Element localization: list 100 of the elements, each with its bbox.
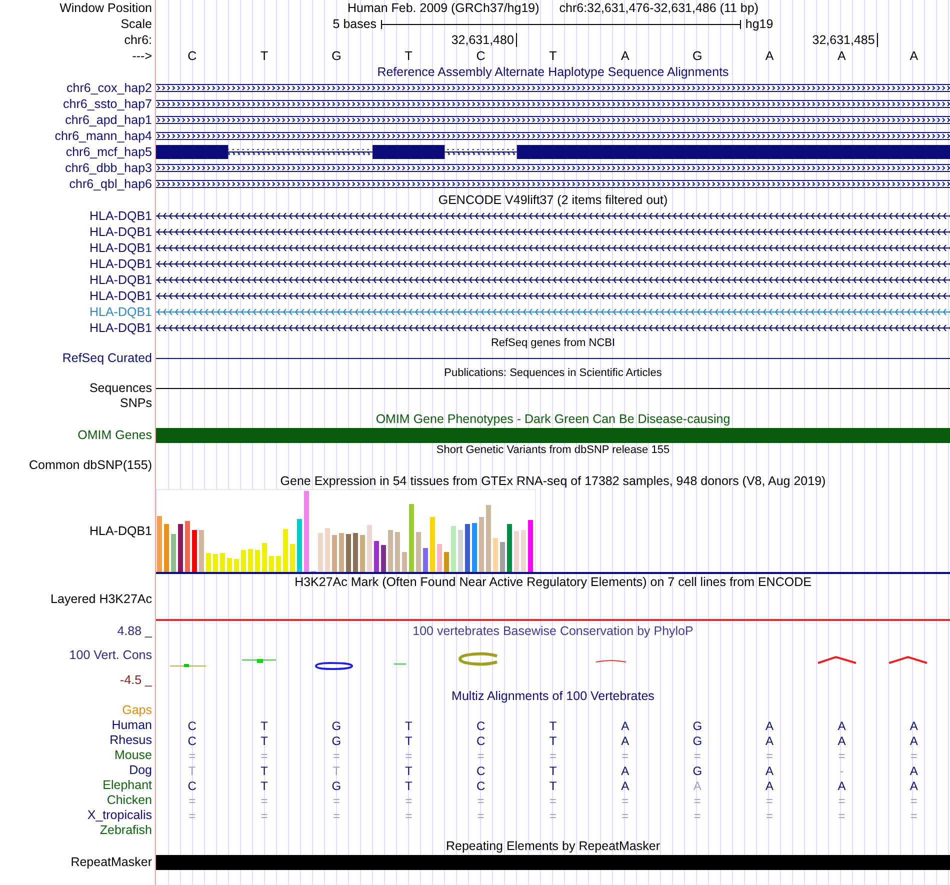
scale-label: 5 bases	[332, 18, 377, 30]
expression-bar	[528, 520, 533, 572]
track-label[interactable]: Elephant	[102, 779, 152, 792]
track-label[interactable]: HLA-DQB1	[89, 226, 152, 238]
expression-bar	[514, 531, 519, 572]
track-label[interactable]: Dog	[129, 764, 152, 777]
expression-bar	[360, 535, 365, 572]
track-label[interactable]: RefSeq Curated	[62, 352, 152, 365]
expression-bar	[325, 528, 330, 572]
track-label[interactable]: Common dbSNP(155)	[29, 459, 152, 472]
expression-bar	[437, 544, 442, 572]
track-label[interactable]: HLA-DQB1	[89, 322, 152, 334]
row-label: Scale	[120, 18, 152, 30]
alignment-base: =	[622, 810, 629, 822]
track-label[interactable]: Layered H3K27Ac	[50, 593, 152, 606]
base-letter: T	[404, 50, 412, 62]
alignment-base: G	[332, 780, 342, 792]
position-tick: 32,631,480	[451, 33, 517, 47]
track-label[interactable]: Human	[112, 719, 152, 732]
expression-bar	[290, 544, 295, 572]
alignment-base: A	[766, 780, 774, 792]
alignment-base: =	[260, 794, 268, 806]
expression-bar	[192, 530, 197, 572]
track-label[interactable]: chr6_mann_hap4	[54, 130, 152, 142]
expression-bar	[367, 525, 372, 572]
alignment-base: =	[838, 810, 846, 822]
alignment-base: =	[549, 750, 556, 762]
track-label[interactable]: chr6_cox_hap2	[66, 82, 152, 94]
alignment-base: A	[621, 764, 630, 776]
alignment-base: A	[693, 780, 702, 792]
expression-bar	[500, 542, 505, 572]
track-label[interactable]: HLA-DQB1	[89, 242, 152, 254]
track-label[interactable]: chr6_dbb_hap3	[65, 162, 152, 174]
base-letter: T	[260, 50, 268, 62]
base-letter: C	[476, 50, 486, 62]
expression-bar	[458, 530, 463, 572]
track-label[interactable]: X_tropicalis	[87, 809, 152, 822]
base-letter: A	[621, 50, 630, 62]
expression-bar	[283, 529, 288, 572]
track-label[interactable]: chr6_ssto_hap7	[63, 98, 152, 110]
expression-bar	[241, 550, 246, 572]
track-label[interactable]: Rhesus	[110, 734, 152, 747]
expression-bar	[507, 524, 512, 572]
track-label[interactable]: SNPs	[120, 397, 152, 410]
track-label[interactable]: 100 Vert. Cons	[69, 649, 152, 662]
alignment-base: G	[332, 734, 342, 746]
track-label[interactable]: chr6_apd_hap1	[65, 114, 152, 126]
alignment-base: =	[694, 810, 701, 822]
alignment-base: =	[260, 750, 268, 762]
alignment-base: =	[694, 750, 701, 762]
expression-bar	[269, 556, 274, 572]
track-label[interactable]: HLA-DQB1	[89, 306, 152, 318]
track-label[interactable]: chr6_qbl_hap6	[69, 178, 152, 190]
alignment-base: =	[910, 750, 918, 762]
base-letter: C	[188, 50, 197, 62]
track-label[interactable]: OMIM Genes	[78, 428, 152, 442]
track-label[interactable]: HLA-DQB1	[89, 525, 152, 538]
row-label: --->	[132, 50, 152, 62]
alignment-base: A	[766, 764, 774, 776]
alignment-base: T	[332, 764, 340, 776]
expression-bar	[395, 532, 400, 572]
expression-bar	[353, 533, 358, 572]
alignment-base: =	[188, 750, 196, 762]
expression-bar	[297, 519, 302, 572]
base-letter: T	[549, 50, 557, 62]
track-label[interactable]: HLA-DQB1	[89, 258, 152, 270]
track-label[interactable]: HLA-DQB1	[89, 290, 152, 302]
alignment-base: =	[260, 810, 268, 822]
expression-bar	[521, 530, 526, 572]
alignment-base: A	[766, 734, 774, 746]
row-label: Window Position	[60, 2, 152, 14]
track-label[interactable]: HLA-DQB1	[89, 274, 152, 286]
alignment-base: A	[910, 720, 918, 732]
track-label[interactable]: HLA-DQB1	[89, 210, 152, 222]
position-tick: 32,631,485	[812, 33, 878, 47]
alignment-base: T	[404, 764, 412, 776]
alignment-base: T	[404, 720, 412, 732]
expression-bar	[479, 517, 484, 572]
alignment-base: =	[477, 810, 484, 822]
base-letter: A	[910, 50, 918, 62]
alignment-base: =	[549, 794, 556, 806]
alignment-base: =	[188, 810, 196, 822]
alignment-base: C	[476, 764, 486, 776]
alignment-base: T	[260, 780, 268, 792]
alignment-base: A	[838, 780, 846, 792]
expression-bar	[430, 517, 435, 572]
track-label[interactable]: chr6_mcf_hap5	[66, 146, 152, 158]
expression-bar	[374, 541, 379, 572]
track-label[interactable]: Sequences	[89, 382, 152, 395]
base-letter: A	[838, 50, 846, 62]
expression-bar	[157, 516, 162, 572]
alignment-base: -	[840, 764, 844, 776]
alignment-base: C	[476, 734, 486, 746]
track-label[interactable]: RepeatMasker	[70, 856, 152, 868]
track-label[interactable]: Mouse	[114, 749, 152, 762]
track-label[interactable]: Zebrafish	[100, 824, 152, 837]
alignment-base: T	[260, 734, 268, 746]
expression-bar	[346, 534, 351, 572]
expression-bar	[472, 523, 477, 572]
track-label[interactable]: Chicken	[106, 794, 152, 807]
